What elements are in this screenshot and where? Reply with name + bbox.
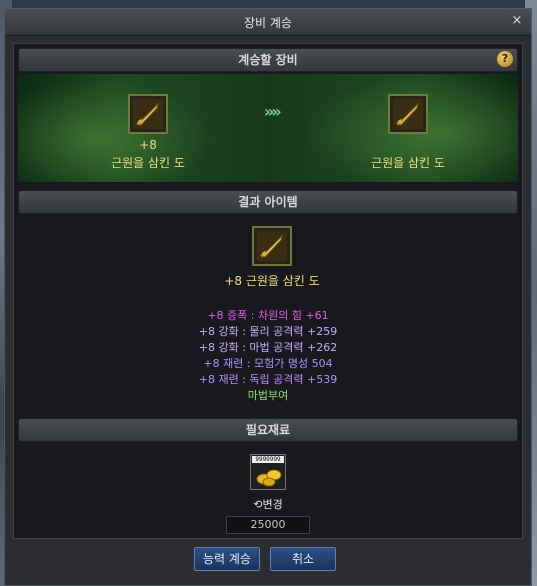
source-item-enhance: +8	[139, 138, 157, 152]
change-material-label: 변경	[262, 498, 283, 511]
sword-icon	[393, 99, 423, 129]
sword-icon	[257, 231, 287, 261]
result-item-title: 결과 아이템	[238, 195, 298, 209]
target-item-slot[interactable]	[388, 94, 428, 134]
source-item-name: 근원을 삼킨 도	[111, 156, 185, 170]
help-icon[interactable]: ?	[497, 51, 513, 67]
stat-line: +8 재련 : 모험가 명성 504	[203, 357, 333, 370]
inherit-item-area: +8 근원을 삼킨 도 »» 근원을 삼킨 도	[18, 74, 518, 182]
stat-line: +8 강화 : 마법 공격력 +262	[198, 341, 338, 354]
gold-coins-icon	[256, 469, 282, 487]
material-quantity: 25000	[226, 516, 310, 534]
source-item-slot[interactable]	[128, 94, 168, 134]
sword-icon	[133, 99, 163, 129]
stat-line: +8 강화 : 물리 공격력 +259	[198, 325, 338, 338]
inherit-ability-button[interactable]: 능력 계승	[194, 547, 260, 571]
stat-line: 마법부여	[247, 389, 289, 402]
target-item-name: 근원을 삼킨 도	[371, 156, 445, 170]
close-button[interactable]: ×	[509, 13, 525, 29]
inherit-arrow-icon: »»	[264, 102, 282, 121]
window-title: 장비 계승	[244, 16, 292, 30]
material-gold-slot[interactable]: 9999999	[250, 454, 286, 490]
result-item-name: +8 근원을 삼킨 도	[224, 274, 320, 288]
title-bar[interactable]: 장비 계승 ×	[5, 9, 531, 36]
stat-line: +8 증폭 : 차원의 힘 +61	[207, 309, 329, 322]
change-material-button[interactable]: ⟲변경	[14, 496, 522, 512]
material-count: 9999999	[252, 456, 284, 463]
source-equipment-header: 계승할 장비 ?	[18, 48, 518, 72]
cancel-button[interactable]: 취소	[270, 547, 336, 571]
inherit-panel: 계승할 장비 ? +8 근원을 삼킨 도 »» 근원을 삼킨 도 결과 아이템 …	[13, 43, 523, 539]
result-item-header: 결과 아이템	[18, 190, 518, 214]
materials-header: 필요재료	[18, 418, 518, 442]
source-equipment-title: 계승할 장비	[238, 53, 298, 67]
stat-line: +8 재련 : 독립 공격력 +539	[198, 373, 338, 386]
materials-title: 필요재료	[245, 423, 291, 437]
equipment-inherit-window: 장비 계승 × 계승할 장비 ? +8 근원을 삼킨 도 »» 근원을 삼킨 도…	[4, 8, 532, 586]
result-item-slot[interactable]	[252, 226, 292, 266]
